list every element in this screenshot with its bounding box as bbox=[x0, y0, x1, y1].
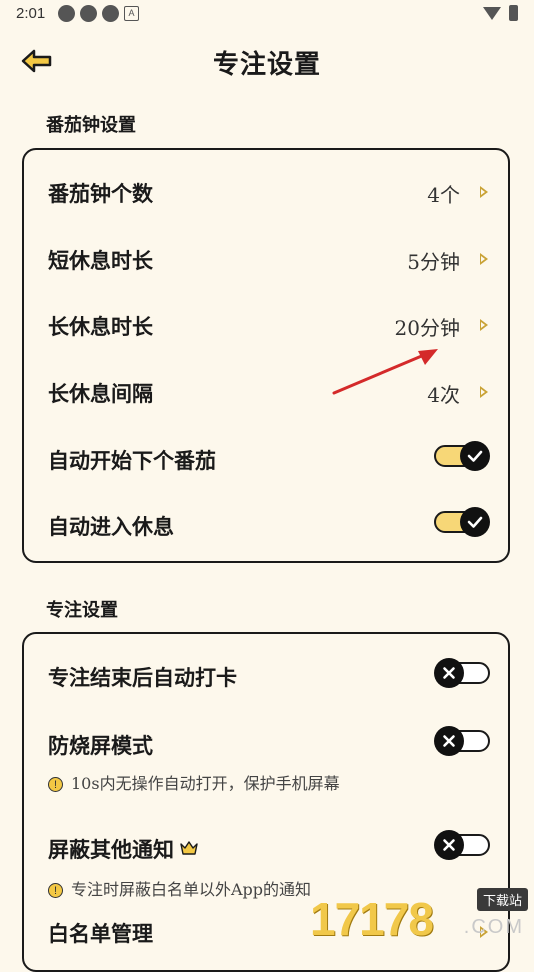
page-title: 专注设置 bbox=[212, 50, 321, 80]
warning-icon: ! bbox=[48, 777, 63, 792]
toggle-knob bbox=[434, 830, 464, 860]
row-value: 20分钟 bbox=[394, 316, 460, 340]
long-break-row[interactable]: 长休息时长 20分钟 bbox=[48, 305, 490, 345]
chevron-right-icon bbox=[480, 386, 488, 398]
anti-burn-in-toggle[interactable] bbox=[434, 726, 490, 756]
row-label: 番茄钟个数 bbox=[48, 181, 153, 206]
row-label: 屏蔽其他通知 bbox=[48, 834, 198, 864]
annotation-arrow bbox=[332, 349, 438, 395]
row-label: 短休息时长 bbox=[48, 248, 153, 273]
status-time: 2:01 bbox=[16, 5, 46, 22]
auto-start-next-row: 自动开始下个番茄 bbox=[48, 439, 490, 479]
short-break-row[interactable]: 短休息时长 5分钟 bbox=[48, 239, 490, 279]
watermark-text: 17178 bbox=[310, 893, 434, 945]
status-notification-icons: A bbox=[58, 5, 139, 22]
row-value: 5分钟 bbox=[407, 250, 460, 274]
section-label-pomodoro: 番茄钟设置 bbox=[46, 115, 136, 136]
row-label: 专注结束后自动打卡 bbox=[48, 665, 237, 690]
row-label: 自动开始下个番茄 bbox=[48, 448, 216, 473]
chevron-right-icon bbox=[480, 319, 488, 331]
checkmark-icon bbox=[467, 450, 483, 462]
pomodoro-count-row[interactable]: 番茄钟个数 4个 bbox=[48, 172, 490, 212]
row-label: 白名单管理 bbox=[48, 921, 153, 946]
auto-start-next-toggle[interactable] bbox=[434, 441, 490, 471]
x-icon bbox=[443, 839, 455, 851]
notification-icon bbox=[102, 5, 119, 22]
toggle-knob bbox=[434, 726, 464, 756]
status-bar: 2:01 A bbox=[0, 0, 534, 28]
watermark-badge: 下载站 bbox=[476, 888, 528, 911]
row-value: 4个 bbox=[427, 183, 460, 207]
watermark: 17178 下载站 .COM bbox=[302, 888, 532, 948]
watermark-suffix: .COM bbox=[463, 916, 524, 938]
auto-checkin-row: 专注结束后自动打卡 bbox=[48, 656, 490, 696]
row-label-text: 屏蔽其他通知 bbox=[48, 837, 174, 862]
auto-break-row: 自动进入休息 bbox=[48, 505, 490, 545]
battery-icon bbox=[509, 5, 518, 21]
anti-burn-in-row: 防烧屏模式 bbox=[48, 724, 490, 764]
toggle-knob bbox=[434, 658, 464, 688]
hint-text: 专注时屏蔽白名单以外App的通知 bbox=[71, 880, 312, 899]
block-notifications-toggle[interactable] bbox=[434, 830, 490, 860]
x-icon bbox=[443, 667, 455, 679]
notification-icon bbox=[58, 5, 75, 22]
auto-checkin-toggle[interactable] bbox=[434, 658, 490, 688]
row-label: 长休息时长 bbox=[48, 314, 153, 339]
a-icon: A bbox=[124, 6, 139, 21]
row-label: 长休息间隔 bbox=[48, 381, 153, 406]
chevron-right-icon bbox=[480, 186, 488, 198]
notification-icon bbox=[80, 5, 97, 22]
chevron-right-icon bbox=[480, 253, 488, 265]
hint-text: 10s内无操作自动打开，保护手机屏幕 bbox=[71, 774, 340, 793]
toggle-knob bbox=[460, 441, 490, 471]
anti-burn-in-hint: ! 10s内无操作自动打开，保护手机屏幕 bbox=[48, 770, 490, 794]
block-notifications-row: 屏蔽其他通知 bbox=[48, 828, 490, 868]
wifi-icon bbox=[483, 6, 501, 20]
auto-break-toggle[interactable] bbox=[434, 507, 490, 537]
warning-icon: ! bbox=[48, 883, 63, 898]
toggle-knob bbox=[460, 507, 490, 537]
status-system-icons bbox=[483, 5, 518, 21]
header: 专注设置 bbox=[0, 40, 534, 84]
crown-icon bbox=[180, 841, 198, 855]
row-label: 自动进入休息 bbox=[48, 514, 174, 539]
x-icon bbox=[443, 735, 455, 747]
row-label: 防烧屏模式 bbox=[48, 733, 153, 758]
section-label-focus: 专注设置 bbox=[46, 600, 118, 621]
checkmark-icon bbox=[467, 516, 483, 528]
